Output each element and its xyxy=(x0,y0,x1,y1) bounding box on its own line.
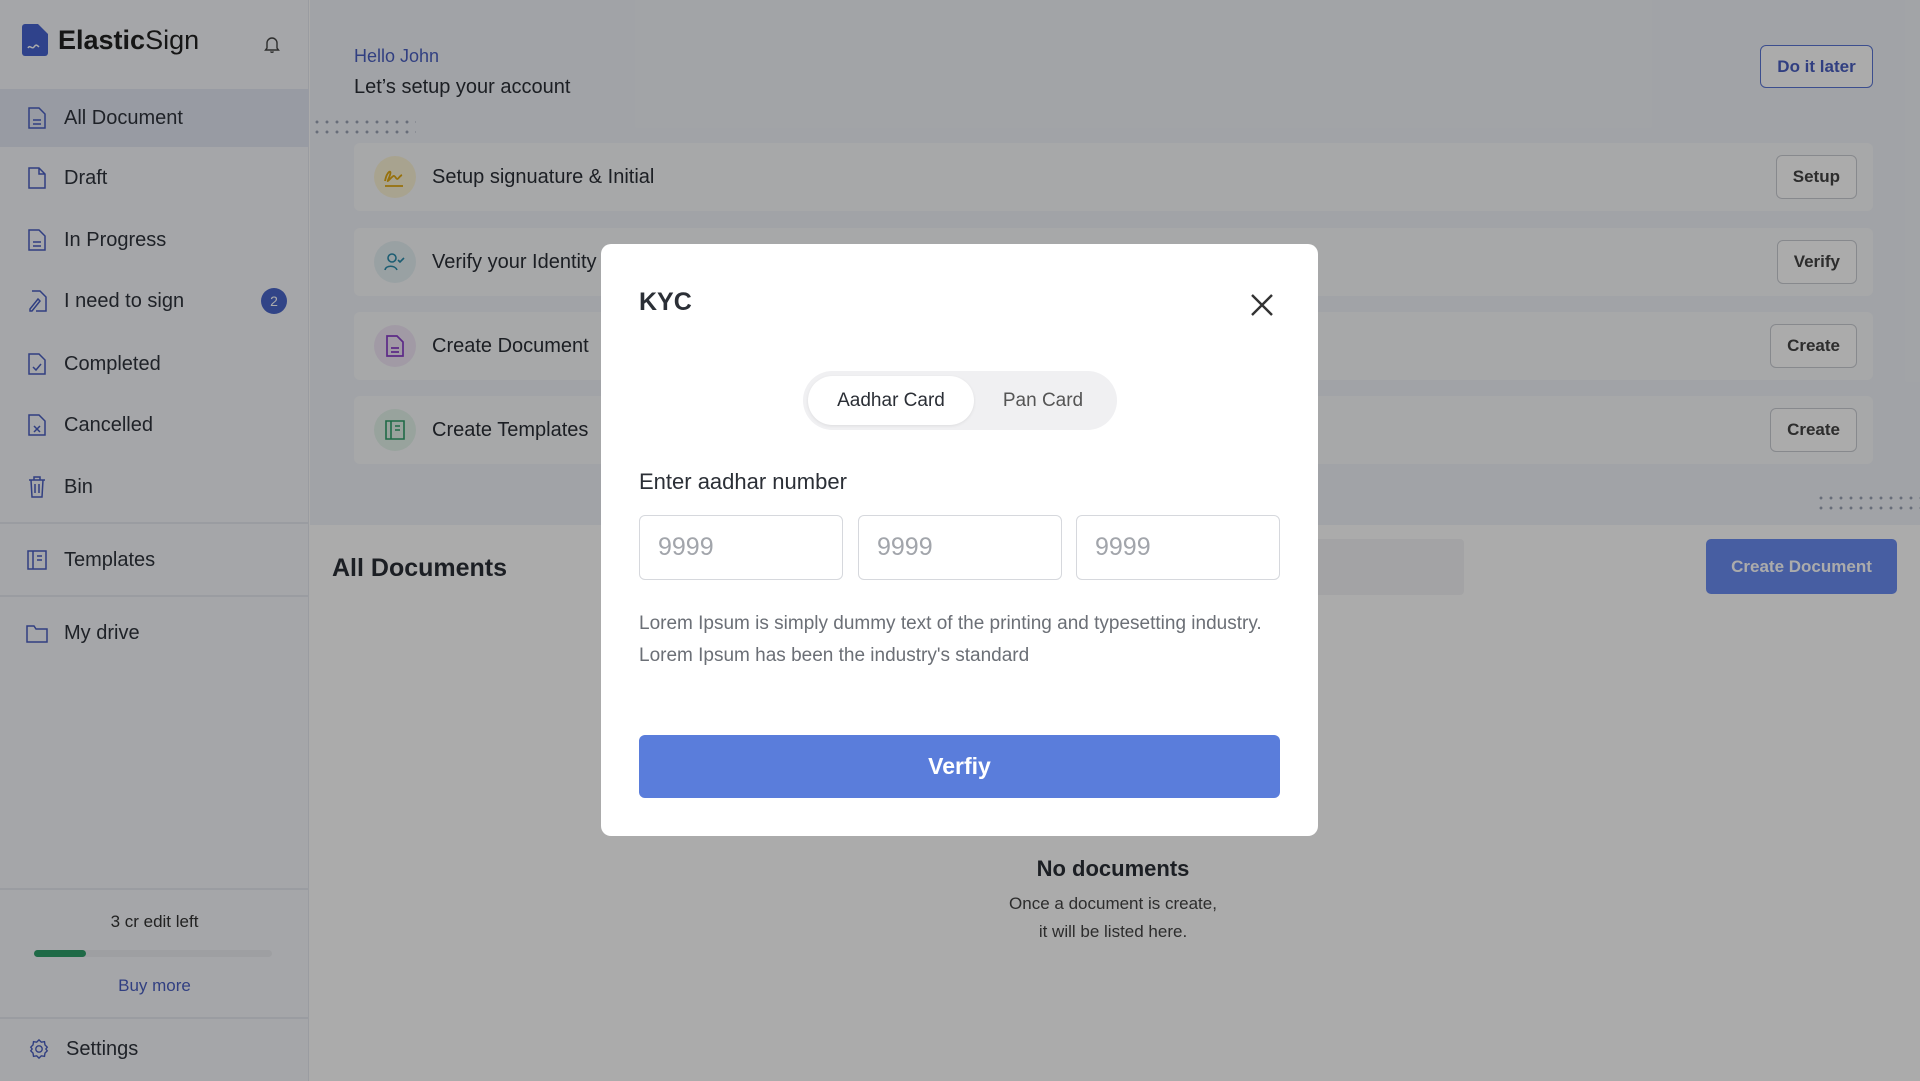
tab-aadhar-card[interactable]: Aadhar Card xyxy=(808,376,974,425)
tab-pan-card[interactable]: Pan Card xyxy=(974,376,1112,425)
modal-title: KYC xyxy=(639,288,692,316)
close-icon[interactable] xyxy=(1247,290,1277,320)
document-type-toggle: Aadhar Card Pan Card xyxy=(803,371,1117,430)
aadhar-part-2-input[interactable] xyxy=(858,515,1062,580)
field-label: Enter aadhar number xyxy=(639,469,847,494)
modal-description: Lorem Ipsum is simply dummy text of the … xyxy=(639,613,1262,666)
verify-submit-button[interactable]: Verfiy xyxy=(639,735,1280,798)
aadhar-part-1-input[interactable] xyxy=(639,515,843,580)
kyc-modal: KYC Aadhar Card Pan Card Enter aadhar nu… xyxy=(601,244,1318,836)
aadhar-part-3-input[interactable] xyxy=(1076,515,1280,580)
